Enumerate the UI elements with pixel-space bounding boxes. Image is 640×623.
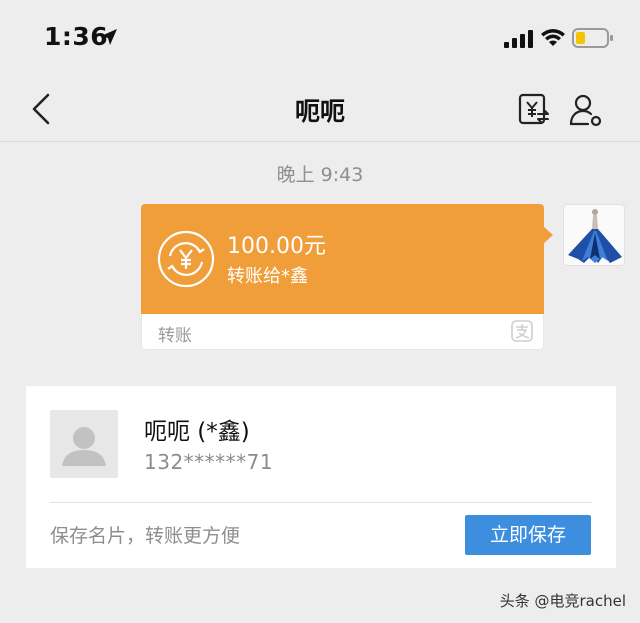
transfer-description: 转账给*鑫 xyxy=(227,266,308,287)
message-timestamp: 晚上 9:43 xyxy=(276,164,364,186)
cellular-signal-icon xyxy=(504,30,533,48)
watermark-text: 头条 @电竞rachel xyxy=(499,592,626,610)
transfer-type-label: 转账 xyxy=(158,326,192,346)
divider xyxy=(50,502,592,503)
save-contact-hint: 保存名片，转账更方便 xyxy=(50,525,241,547)
contact-card: 呃呃 (*鑫) 132******71 保存名片，转账更方便 立即保存 xyxy=(26,386,616,568)
transfer-amount: 100.00元 xyxy=(227,234,326,259)
battery-icon xyxy=(572,28,613,48)
profile-settings-icon[interactable] xyxy=(568,92,604,128)
avatar-image xyxy=(564,205,624,265)
location-arrow-icon xyxy=(101,29,117,45)
transfer-yuan-icon[interactable] xyxy=(516,92,552,128)
user-avatar[interactable] xyxy=(563,204,625,266)
status-bar: 1:36 xyxy=(0,0,640,78)
nav-bar: 呃呃 xyxy=(0,78,640,142)
contact-phone: 132******71 xyxy=(144,450,274,474)
yuan-circle-icon xyxy=(157,230,215,288)
alipay-icon xyxy=(511,320,533,342)
wifi-icon xyxy=(541,29,565,46)
save-contact-button[interactable]: 立即保存 xyxy=(465,515,591,555)
chat-screen: 1:36 呃呃 晚上 9:43 100.00元 转账给*鑫 转账 呃呃 (*鑫)… xyxy=(0,0,640,623)
transfer-message-card[interactable]: 100.00元 转账给*鑫 转账 xyxy=(141,204,553,350)
transfer-card-header: 100.00元 转账给*鑫 xyxy=(141,204,544,314)
transfer-card-footer: 转账 xyxy=(141,314,544,350)
contact-avatar-placeholder-icon xyxy=(50,410,118,478)
bubble-tail xyxy=(543,226,553,244)
status-time: 1:36 xyxy=(44,22,109,51)
contact-name: 呃呃 (*鑫) xyxy=(144,419,250,445)
